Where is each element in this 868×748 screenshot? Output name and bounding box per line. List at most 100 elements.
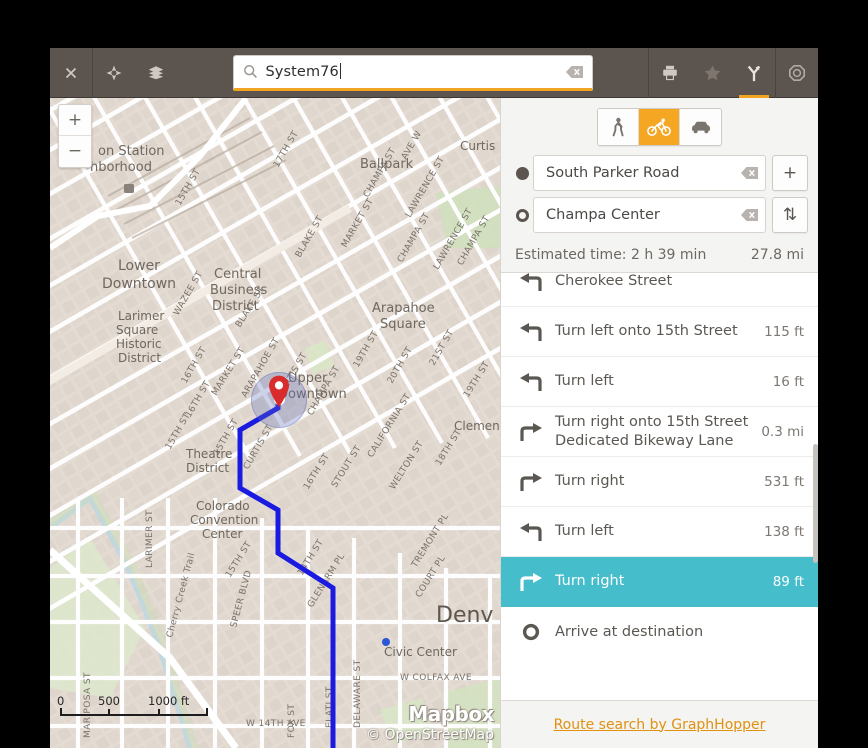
svg-text:Convention: Convention bbox=[190, 513, 258, 527]
origin-value[interactable]: South Parker Road bbox=[546, 165, 740, 181]
direction-step[interactable]: Turn right onto 15th Street Dedicated Bi… bbox=[501, 407, 818, 458]
direction-text: Turn left bbox=[555, 523, 614, 540]
svg-text:Clemen: Clemen bbox=[454, 419, 500, 433]
origin-dot-icon bbox=[515, 166, 529, 180]
direction-distance: 0.3 mi bbox=[761, 423, 804, 440]
mode-car-button[interactable] bbox=[680, 109, 721, 145]
svg-text:LARIMER ST: LARIMER ST bbox=[145, 510, 155, 568]
transport-mode-group bbox=[597, 108, 722, 146]
svg-text:Arapahoe: Arapahoe bbox=[372, 301, 435, 316]
svg-text:District: District bbox=[186, 461, 229, 475]
map-zoom-controls: + − bbox=[58, 104, 92, 168]
svg-text:W COLFAX AVE: W COLFAX AVE bbox=[400, 673, 472, 683]
direction-step-arrive[interactable]: Arrive at destination bbox=[501, 607, 818, 657]
route-sidebar: South Parker Road + Champa Center ⇅ Esti… bbox=[500, 98, 818, 748]
osm-attribution: © OpenStreetMap bbox=[366, 726, 494, 743]
svg-text:Business: Business bbox=[210, 283, 268, 298]
swap-endpoints-button[interactable]: ⇅ bbox=[772, 197, 808, 233]
turn-left-icon bbox=[513, 371, 549, 393]
svg-text:Square: Square bbox=[116, 323, 158, 337]
destination-map-pin[interactable] bbox=[266, 374, 292, 408]
print-button[interactable] bbox=[649, 48, 691, 98]
direction-text: Turn right bbox=[555, 573, 625, 590]
svg-text:Ballpark: Ballpark bbox=[360, 157, 414, 172]
direction-text: Turn left onto 15th Street bbox=[555, 323, 738, 340]
pedestrian-icon bbox=[612, 117, 624, 137]
direction-step[interactable]: Turn left 138 ft bbox=[501, 507, 818, 558]
direction-distance: 115 ft bbox=[764, 323, 804, 340]
directions-button[interactable] bbox=[733, 48, 775, 98]
directions-scrollbar[interactable] bbox=[813, 273, 818, 700]
svg-text:hborhood: hborhood bbox=[90, 160, 152, 175]
direction-distance: 138 ft bbox=[764, 523, 804, 540]
mapbox-logo: Mapbox bbox=[408, 701, 494, 726]
current-location-button[interactable] bbox=[93, 48, 135, 98]
route-fields: South Parker Road + Champa Center ⇅ bbox=[501, 155, 818, 239]
route-estimate: Estimated time: 2 h 39 min 27.8 mi bbox=[501, 239, 818, 273]
main-menu-button[interactable] bbox=[776, 48, 818, 98]
svg-text:Central: Central bbox=[214, 267, 261, 282]
svg-text:Theatre: Theatre bbox=[185, 447, 232, 461]
origin-marker bbox=[511, 166, 533, 180]
text-cursor bbox=[339, 63, 341, 79]
svg-text:Curtis: Curtis bbox=[460, 139, 495, 153]
menu-icon bbox=[789, 64, 805, 81]
directions-list[interactable]: Cherokee Street Turn left onto 15th Stre… bbox=[501, 273, 818, 700]
map-view[interactable]: CHAMPA ST CHAMPA ST BLAKE ST MARKET ST L… bbox=[50, 98, 500, 748]
direction-step[interactable]: Turn left onto 15th Street 115 ft bbox=[501, 307, 818, 357]
direction-distance: 16 ft bbox=[772, 373, 804, 390]
direction-text: Turn right onto 15th Street Dedicated Bi… bbox=[555, 414, 749, 449]
svg-text:Colorado: Colorado bbox=[196, 499, 250, 513]
route-footer: Route search by GraphHopper bbox=[501, 700, 818, 748]
transport-mode-row bbox=[501, 98, 818, 155]
direction-text: Turn left bbox=[555, 373, 614, 390]
search-clear-button[interactable] bbox=[564, 61, 586, 83]
svg-text:Square: Square bbox=[380, 317, 426, 332]
turn-right-icon bbox=[513, 471, 549, 493]
search-input-text[interactable]: System76 bbox=[266, 63, 564, 80]
direction-step[interactable]: Cherokee Street bbox=[501, 273, 818, 307]
mode-pedestrian-button[interactable] bbox=[598, 109, 639, 145]
graphhopper-link[interactable]: Route search by GraphHopper bbox=[554, 717, 766, 733]
svg-text:DELAWARE ST: DELAWARE ST bbox=[353, 659, 363, 728]
search-entry[interactable]: System76 bbox=[232, 54, 593, 91]
svg-text:on Station: on Station bbox=[98, 144, 165, 159]
direction-text: Turn right bbox=[555, 473, 625, 490]
mode-bicycle-button[interactable] bbox=[639, 109, 680, 145]
direction-step-selected[interactable]: Turn right 89 ft bbox=[501, 557, 818, 608]
turn-left-icon bbox=[513, 521, 549, 543]
svg-text:Civic Center: Civic Center bbox=[384, 645, 457, 659]
destination-clear-icon[interactable] bbox=[740, 207, 760, 223]
zoom-out-button[interactable]: − bbox=[59, 136, 91, 167]
direction-step[interactable]: Turn right 531 ft bbox=[501, 457, 818, 508]
layers-icon bbox=[148, 65, 164, 79]
svg-text:Larimer: Larimer bbox=[118, 309, 164, 323]
close-button[interactable] bbox=[50, 48, 92, 98]
directions-scroll-area[interactable]: Cherokee Street Turn left onto 15th Stre… bbox=[501, 273, 818, 700]
direction-step[interactable]: Turn left 16 ft bbox=[501, 357, 818, 407]
svg-text:Denv: Denv bbox=[436, 603, 493, 628]
destination-dot-icon bbox=[515, 208, 529, 222]
zoom-in-button[interactable]: + bbox=[59, 105, 91, 136]
destination-input[interactable]: Champa Center bbox=[533, 197, 766, 233]
map-attribution: Mapbox © OpenStreetMap bbox=[366, 702, 494, 745]
svg-text:Downtown: Downtown bbox=[102, 276, 176, 292]
svg-text:Historic: Historic bbox=[116, 337, 162, 351]
scrollbar-thumb[interactable] bbox=[813, 443, 818, 564]
turn-right-icon bbox=[513, 571, 549, 593]
origin-input[interactable]: South Parker Road bbox=[533, 155, 766, 191]
add-waypoint-button[interactable]: + bbox=[772, 155, 808, 191]
svg-text:District: District bbox=[212, 299, 259, 314]
svg-text:Lower: Lower bbox=[118, 258, 160, 274]
destination-value[interactable]: Champa Center bbox=[546, 207, 740, 223]
origin-row: South Parker Road + bbox=[511, 155, 808, 191]
origin-clear-icon[interactable] bbox=[740, 165, 760, 181]
window-body: CHAMPA ST CHAMPA ST BLAKE ST MARKET ST L… bbox=[50, 98, 818, 748]
scale-label-end: 1000 ft bbox=[148, 694, 190, 708]
star-icon bbox=[704, 64, 720, 80]
route-icon bbox=[747, 65, 761, 81]
turn-right-icon bbox=[513, 421, 549, 443]
favorites-button[interactable] bbox=[691, 48, 733, 98]
print-icon bbox=[663, 65, 677, 80]
layers-button[interactable] bbox=[135, 48, 177, 98]
